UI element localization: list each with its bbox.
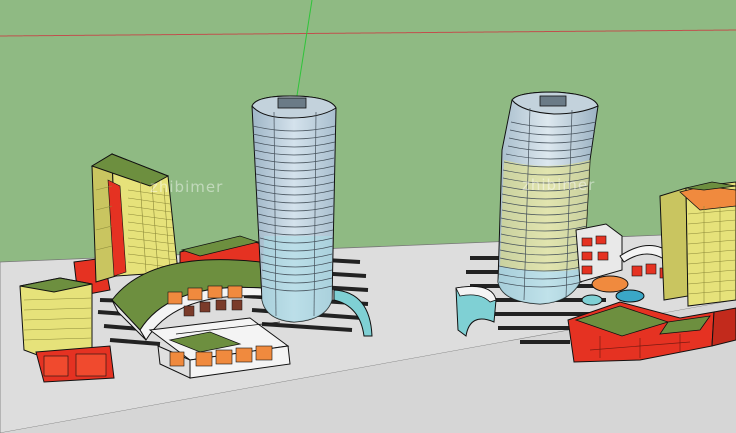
red-axis-line <box>0 29 736 37</box>
3d-model-viewport[interactable]: zhibimer zhibimer <box>0 0 736 433</box>
scene-canvas[interactable] <box>0 0 736 433</box>
right-yellow-tower[interactable] <box>659 181 736 307</box>
left-yellow-tower[interactable] <box>90 153 179 283</box>
left-glass-tower[interactable] <box>251 95 373 337</box>
